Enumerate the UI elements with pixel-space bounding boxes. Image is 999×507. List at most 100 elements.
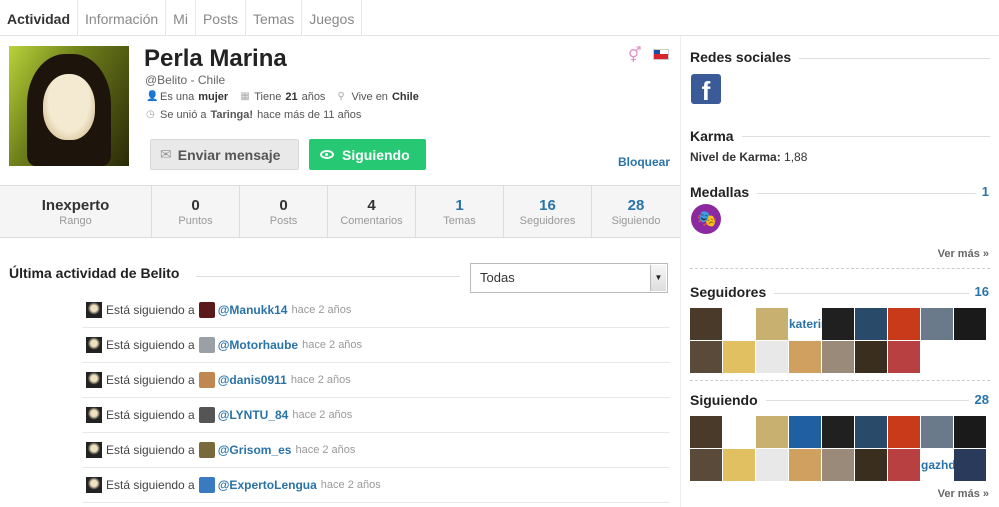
stat-rango: Inexperto Rango <box>0 186 152 237</box>
followed-user-avatar-icon[interactable] <box>198 337 215 353</box>
user-thumbnail-icon[interactable] <box>822 416 854 448</box>
tab-posts[interactable]: Posts <box>196 0 246 36</box>
user-thumbnail-icon[interactable] <box>921 416 953 448</box>
medals-count[interactable]: 1 <box>975 184 989 199</box>
user-thumbnail-name[interactable]: gazhd <box>921 449 956 481</box>
user-thumbnail-icon[interactable] <box>690 308 722 340</box>
user-thumbnail-icon[interactable] <box>822 341 854 373</box>
profile-handle: @Belito - Chile <box>145 73 226 87</box>
followed-user-link[interactable]: @Motorhaube <box>218 338 298 352</box>
user-thumbnail-icon[interactable] <box>855 341 887 373</box>
user-thumbnail-icon[interactable] <box>723 416 755 448</box>
user-thumbnail-icon[interactable] <box>888 308 920 340</box>
tab-mi[interactable]: Mi <box>166 0 196 36</box>
user-thumbnail-icon[interactable] <box>921 308 953 340</box>
followed-user-avatar-icon[interactable] <box>198 407 215 423</box>
following-count[interactable]: 28 <box>968 392 989 407</box>
activity-filter-select[interactable]: Todas ▼ <box>470 263 668 293</box>
tab-temas[interactable]: Temas <box>246 0 303 36</box>
tab-juegos[interactable]: Juegos <box>302 0 363 36</box>
user-thumbnail-icon[interactable] <box>789 416 821 448</box>
profile-name: Perla Marina <box>144 45 287 72</box>
user-thumbnail-icon[interactable] <box>888 449 920 481</box>
user-avatar-icon[interactable] <box>86 372 102 388</box>
user-thumbnail-icon[interactable] <box>822 308 854 340</box>
user-avatar-icon[interactable] <box>86 442 102 458</box>
following-title: Siguiendo <box>690 392 766 408</box>
joined-info: ◷ Se unió a Taringa! hace más de 11 años <box>146 109 362 121</box>
user-thumbnail-icon[interactable] <box>690 449 722 481</box>
activity-row: Está siguiendo a @LYNTU_84 hace 2 años <box>82 398 670 433</box>
age-info: ▦ Tiene 21 años <box>240 91 326 103</box>
user-thumbnail-icon[interactable] <box>723 308 755 340</box>
followed-user-link[interactable]: @ExpertoLengua <box>218 478 317 492</box>
user-thumbnail-icon[interactable] <box>855 449 887 481</box>
user-avatar-icon[interactable] <box>86 302 102 318</box>
user-thumbnail-name[interactable]: katerinzeta <box>789 308 852 340</box>
user-thumbnail-icon[interactable] <box>756 449 788 481</box>
sidebar: Redes sociales f Karma Nivel de Karma: 1… <box>680 36 999 507</box>
main-column: Perla Marina @Belito - Chile 👤 Es una mu… <box>0 36 680 507</box>
activity-row: Está siguiendo a @ExpertoLengua hace 2 año… <box>82 468 670 503</box>
location-info: ⚲ Vive en Chile <box>337 91 419 103</box>
followed-user-avatar-icon[interactable] <box>198 442 215 458</box>
user-thumbnail-icon[interactable] <box>954 308 986 340</box>
followers-count[interactable]: 16 <box>968 284 989 299</box>
user-avatar-icon[interactable] <box>86 337 102 353</box>
stats-bar: Inexperto Rango 0 Puntos 0 Posts 4 Comen… <box>0 185 680 238</box>
medals-more-link[interactable]: Ver más » <box>938 248 989 260</box>
followed-user-link[interactable]: @Grisom_es <box>218 443 292 457</box>
tab-actividad[interactable]: Actividad <box>0 0 79 36</box>
user-thumbnail-icon[interactable] <box>756 308 788 340</box>
activity-row: Está siguiendo a @Motorhaube hace 2 años <box>82 328 670 363</box>
user-thumbnail-icon[interactable] <box>954 416 986 448</box>
gender-info: 👤 Es una mujer <box>146 91 229 103</box>
stat-siguiendo[interactable]: 28 Siguiendo <box>592 186 680 237</box>
followed-user-avatar-icon[interactable] <box>198 302 215 318</box>
user-thumbnail-icon[interactable] <box>789 341 821 373</box>
stat-temas[interactable]: 1 Temas <box>416 186 504 237</box>
divider <box>690 380 990 381</box>
person-icon: 👤 <box>146 91 159 102</box>
followers-grid: katerinzeta <box>690 308 986 373</box>
user-thumbnail-icon[interactable] <box>888 341 920 373</box>
stat-seguidores[interactable]: 16 Seguidores <box>504 186 592 237</box>
female-icon: ⚥ <box>628 47 642 64</box>
user-thumbnail-icon[interactable] <box>954 449 986 481</box>
user-thumbnail-icon[interactable] <box>690 341 722 373</box>
activity-time: hace 2 años <box>295 444 356 456</box>
social-title: Redes sociales <box>690 49 800 65</box>
following-more-link[interactable]: Ver más » <box>938 488 989 500</box>
activity-row: Está siguiendo a @Grisom_es hace 2 años <box>82 433 670 468</box>
following-button[interactable]: Siguiendo <box>309 139 426 170</box>
user-thumbnail-icon[interactable] <box>756 416 788 448</box>
stat-posts: 0 Posts <box>240 186 328 237</box>
block-link[interactable]: Bloquear <box>618 155 670 169</box>
followed-user-link[interactable]: @LYNTU_84 <box>218 408 289 422</box>
user-thumbnail-icon[interactable] <box>822 449 854 481</box>
followed-user-avatar-icon[interactable] <box>198 372 215 388</box>
karma-level: Nivel de Karma: 1,88 <box>690 150 808 164</box>
user-thumbnail-icon[interactable] <box>855 308 887 340</box>
location-pin-icon: ⚲ <box>337 91 345 102</box>
user-thumbnail-icon[interactable] <box>690 416 722 448</box>
user-avatar-icon[interactable] <box>86 407 102 423</box>
followed-user-avatar-icon[interactable] <box>198 477 215 493</box>
user-thumbnail-icon[interactable] <box>789 449 821 481</box>
facebook-icon[interactable]: f <box>691 74 721 106</box>
user-avatar-icon[interactable] <box>86 477 102 493</box>
user-thumbnail-icon[interactable] <box>723 341 755 373</box>
user-thumbnail-icon[interactable] <box>756 341 788 373</box>
profile-tabs: Actividad Información Mi Posts Temas Jue… <box>0 0 999 36</box>
send-message-button[interactable]: ✉ Enviar mensaje <box>150 139 299 170</box>
user-thumbnail-icon[interactable] <box>855 416 887 448</box>
tab-informacion[interactable]: Información <box>78 0 167 36</box>
user-thumbnail-icon[interactable] <box>723 449 755 481</box>
followed-user-link[interactable]: @Manukk14 <box>218 303 288 317</box>
medal-theater-icon[interactable] <box>691 204 721 234</box>
chile-flag-icon <box>653 49 669 60</box>
user-thumbnail-icon[interactable] <box>888 416 920 448</box>
followed-user-link[interactable]: @danis0911 <box>218 373 287 387</box>
avatar[interactable] <box>9 46 129 166</box>
divider <box>196 276 460 277</box>
